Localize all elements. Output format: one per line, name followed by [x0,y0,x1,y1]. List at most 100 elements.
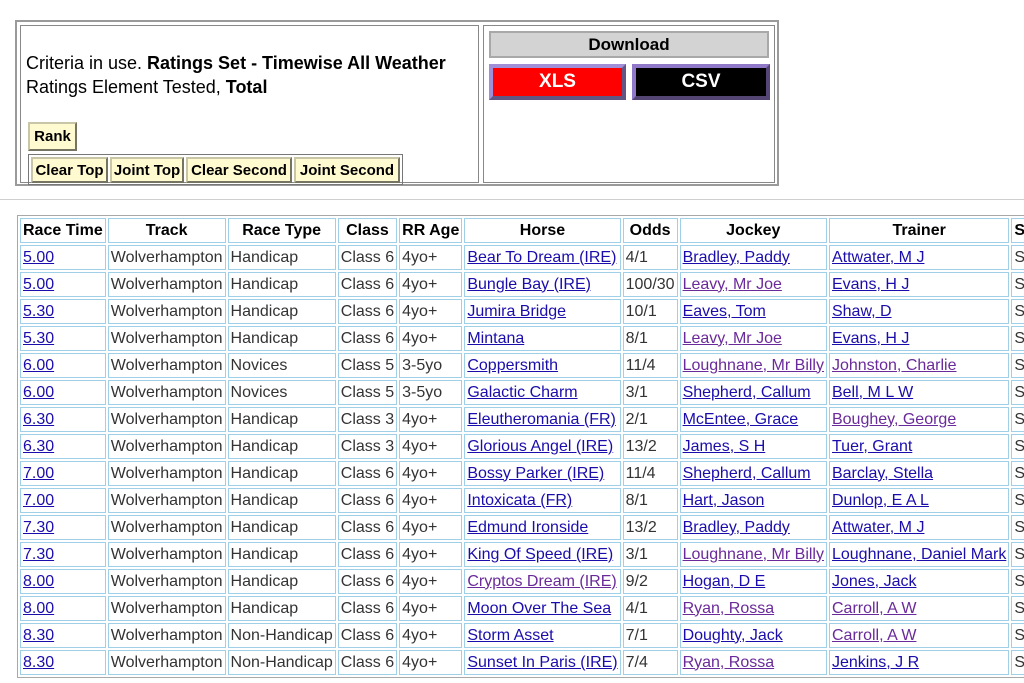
age-cell: 4yo+ [399,299,463,324]
trainer-link[interactable]: Evans, H J [832,330,909,347]
race-time-link[interactable]: 5.00 [23,276,54,293]
trainer-link[interactable]: Attwater, M J [832,519,924,536]
table-header-row: Race Time Track Race Type Class RR Age Horse O… [20,218,1024,243]
trainer-cell: Tuer, Grant [828,434,1010,459]
age-cell: 3-5yo [399,353,463,378]
trainer-link[interactable]: Johnston, Charlie [832,357,957,374]
trainer-link[interactable]: Carroll, A W [832,600,916,617]
track-cell: Wolverhampton [107,380,226,405]
joint-top-button[interactable]: Joint Top [110,157,184,183]
trainer-link[interactable]: Shaw, D [832,303,892,320]
jockey-link[interactable]: Doughty, Jack [683,627,783,644]
trainer-link[interactable]: Barclay, Stella [832,465,933,482]
horse-link[interactable]: Bungle Bay (IRE) [467,276,591,293]
horse-link[interactable]: Edmund Ironside [467,519,588,536]
trainer-link[interactable]: Attwater, M J [832,249,924,266]
race-time-link[interactable]: 8.00 [23,573,54,590]
race-time-cell: 7.30 [20,515,106,540]
horse-link[interactable]: Storm Asset [467,627,553,644]
trainer-link[interactable]: Jones, Jack [832,573,916,590]
trainer-link[interactable]: Tuer, Grant [832,438,912,455]
jockey-link[interactable]: Loughnane, Mr Billy [683,546,824,563]
race-time-link[interactable]: 5.30 [23,303,54,320]
race-type-cell: Non-Handicap [227,623,336,648]
track-cell: Wolverhampton [107,569,226,594]
joint-second-button[interactable]: Joint Second [294,157,400,183]
jockey-link[interactable]: Ryan, Rossa [683,600,775,617]
criteria-ratings-set-line: Criteria in use. Ratings Set - Timewise … [26,53,446,74]
race-time-link[interactable]: 7.00 [23,492,54,509]
csv-download-button[interactable]: CSV [632,64,770,100]
column-header: Odds [622,218,678,243]
odds-cell: 7/4 [622,650,678,675]
criteria-prefix: Criteria in use. [26,53,148,73]
race-time-link[interactable]: 8.30 [23,627,54,644]
trainer-cell: Loughnane, Daniel Mark [828,542,1010,567]
table-row: 6.00 Wolverhampton Novices Class 5 3-5yo Gala… [20,380,1024,405]
race-time-link[interactable]: 7.00 [23,465,54,482]
horse-link[interactable]: Cryptos Dream (IRE) [467,573,616,590]
jockey-link[interactable]: Bradley, Paddy [683,249,790,266]
age-cell: 4yo+ [399,245,463,270]
download-box: Download XLS CSV [483,25,775,183]
race-time-link[interactable]: 6.30 [23,438,54,455]
jockey-cell: Ryan, Rossa [679,596,827,621]
race-time-link[interactable]: 5.00 [23,249,54,266]
horse-link[interactable]: Galactic Charm [467,384,577,401]
trainer-link[interactable]: Evans, H J [832,276,909,293]
horse-link[interactable]: Intoxicata (FR) [467,492,572,509]
race-time-link[interactable]: 7.30 [23,546,54,563]
race-time-link[interactable]: 8.00 [23,600,54,617]
horse-link[interactable]: Coppersmith [467,357,558,374]
horse-link[interactable]: Jumira Bridge [467,303,566,320]
race-time-link[interactable]: 6.00 [23,357,54,374]
horse-link[interactable]: Moon Over The Sea [467,600,611,617]
jockey-link[interactable]: Shepherd, Callum [683,384,811,401]
rank-button[interactable]: Rank [28,122,77,151]
jockey-link[interactable]: McEntee, Grace [683,411,799,428]
horse-link[interactable]: King Of Speed (IRE) [467,546,613,563]
jockey-link[interactable]: Hart, Jason [683,492,765,509]
jockey-cell: Leavy, Mr Joe [679,326,827,351]
clear-top-button[interactable]: Clear Top [31,157,108,183]
download-header: Download [489,31,769,58]
jockey-link[interactable]: Ryan, Rossa [683,654,775,671]
jockey-link[interactable]: Hogan, D E [683,573,766,590]
trainer-link[interactable]: Carroll, A W [832,627,916,644]
jockey-link[interactable]: James, S H [683,438,766,455]
class-cell: Class 6 [337,461,398,486]
trainer-link[interactable]: Jenkins, J R [832,654,919,671]
clear-second-button[interactable]: Clear Second [186,157,292,183]
jockey-link[interactable]: Shepherd, Callum [683,465,811,482]
trainer-cell: Boughey, George [828,407,1010,432]
odds-cell: 4/1 [622,245,678,270]
class-cell: Class 5 [337,353,398,378]
trainer-link[interactable]: Loughnane, Daniel Mark [832,546,1006,563]
jockey-link[interactable]: Bradley, Paddy [683,519,790,536]
horse-link[interactable]: Sunset In Paris (IRE) [467,654,617,671]
trainer-cell: Dunlop, E A L [828,488,1010,513]
horse-link[interactable]: Bossy Parker (IRE) [467,465,604,482]
race-time-link[interactable]: 6.00 [23,384,54,401]
race-time-link[interactable]: 5.30 [23,330,54,347]
trainer-link[interactable]: Dunlop, E A L [832,492,929,509]
column-header: Class [337,218,398,243]
horse-link[interactable]: Glorious Angel (IRE) [467,438,613,455]
age-cell: 3-5yo [399,380,463,405]
race-time-link[interactable]: 6.30 [23,411,54,428]
horse-link[interactable]: Bear To Dream (IRE) [467,249,616,266]
horse-link[interactable]: Mintana [467,330,524,347]
jockey-link[interactable]: Leavy, Mr Joe [683,276,782,293]
horse-link[interactable]: Eleutheromania (FR) [467,411,616,428]
jockey-link[interactable]: Eaves, Tom [683,303,766,320]
extra-cell: S [1011,407,1024,432]
race-time-link[interactable]: 7.30 [23,519,54,536]
jockey-link[interactable]: Loughnane, Mr Billy [683,357,824,374]
track-cell: Wolverhampton [107,353,226,378]
xls-download-button[interactable]: XLS [489,64,626,100]
race-type-cell: Handicap [227,407,336,432]
race-time-link[interactable]: 8.30 [23,654,54,671]
trainer-link[interactable]: Boughey, George [832,411,956,428]
trainer-link[interactable]: Bell, M L W [832,384,913,401]
jockey-link[interactable]: Leavy, Mr Joe [683,330,782,347]
